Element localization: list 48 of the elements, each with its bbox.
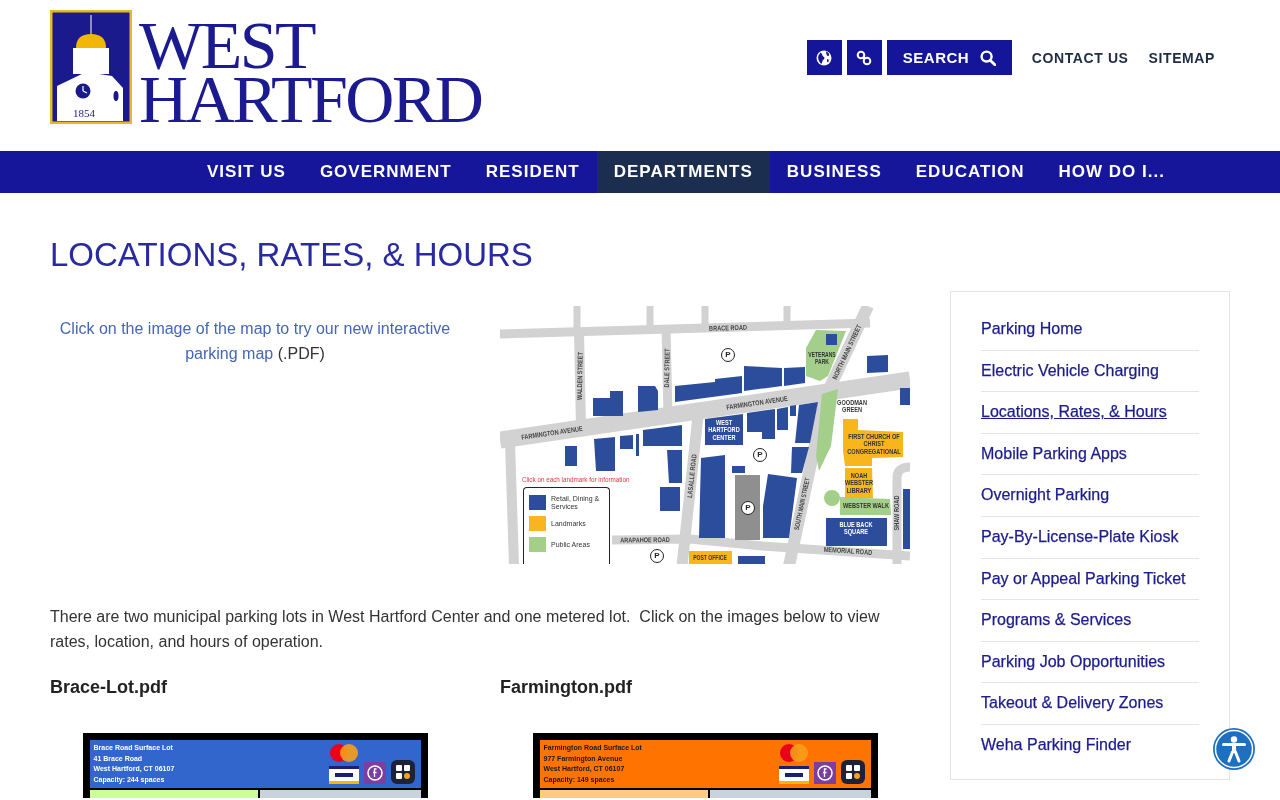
header-link[interactable]: CONTACT US [1031,49,1129,66]
translate-button[interactable] [806,40,842,75]
nav-menu-item[interactable]: VISIT US [190,151,303,193]
logo-year: 1854 [73,107,95,119]
overlapping-circles-icon [778,744,809,762]
globe-icon [816,49,833,66]
quick-links-button[interactable] [846,40,882,75]
sidebar-link[interactable]: Parking Job Opportunities [981,641,1199,684]
overlapping-circles-icon [328,744,359,762]
sidebar-link[interactable]: Pay or Appeal Parking Ticket [981,558,1199,601]
payment-card-icon [778,766,809,784]
file-type-text: (.PDF) [277,345,325,362]
sidebar-link[interactable]: Overnight Parking [981,475,1199,517]
nav-menu-item[interactable]: HOW DO I... [1041,151,1182,193]
sidebar-link[interactable]: Parking Home [981,309,1199,351]
sidebar-link[interactable]: Takeout & Delivery Zones [981,683,1199,725]
nav-menu-item[interactable]: DEPARTMENTS [596,151,770,193]
sidebar-link[interactable]: Programs & Services [981,600,1199,642]
nav-menu-item[interactable]: GOVERNMENT [302,151,469,193]
logo-emblem[interactable]: 1854 [50,10,132,124]
logo-wordmark[interactable]: HARTFORD [139,72,482,126]
interactive-map-link[interactable]: Click on the image of the map to try our new interactive [59,320,451,337]
logo-wordmark[interactable]: WEST [139,18,315,72]
sidebar-link[interactable]: Locations, Rates, & Hours [981,392,1199,434]
interactive-map-link[interactable]: parking map [185,345,274,362]
circle-tile-icon [813,762,836,784]
search-icon [979,49,996,66]
sidebar-link[interactable]: Electric Vehicle Charging [981,350,1199,393]
payment-card-icon [328,766,359,784]
nav-menu-item[interactable]: BUSINESS [769,151,899,193]
grid-tile-icon [390,760,415,784]
document-link[interactable]: Farmington.pdf [500,676,632,698]
nav-menu-item[interactable]: RESIDENT [468,151,597,193]
sidebar-link[interactable]: Weha Parking Finder [981,724,1199,766]
nav-menu-item[interactable]: EDUCATION [898,151,1042,193]
accessibility-icon [1213,728,1255,770]
link-icon [856,49,873,66]
street-map-drawing[interactable] [500,306,910,564]
sidebar-link[interactable]: Pay-By-License-Plate Kiosk [981,516,1199,559]
search-button[interactable]: SEARCH [886,40,1012,75]
description-text: There are two municipal parking lots in West Hartford Center and one metered lot. Click on the images below to view rates, location, and hours of operation. [50,607,881,652]
accessibility-button[interactable] [1213,728,1255,770]
grid-tile-icon [840,760,865,784]
sidebar-link[interactable]: Mobile Parking Apps [981,433,1199,476]
circle-tile-icon [363,762,386,784]
document-link[interactable]: Brace-Lot.pdf [50,676,167,698]
page-title: LOCATIONS, RATES, & HOURS [50,235,534,275]
header-link[interactable]: SITEMAP [1148,49,1215,66]
